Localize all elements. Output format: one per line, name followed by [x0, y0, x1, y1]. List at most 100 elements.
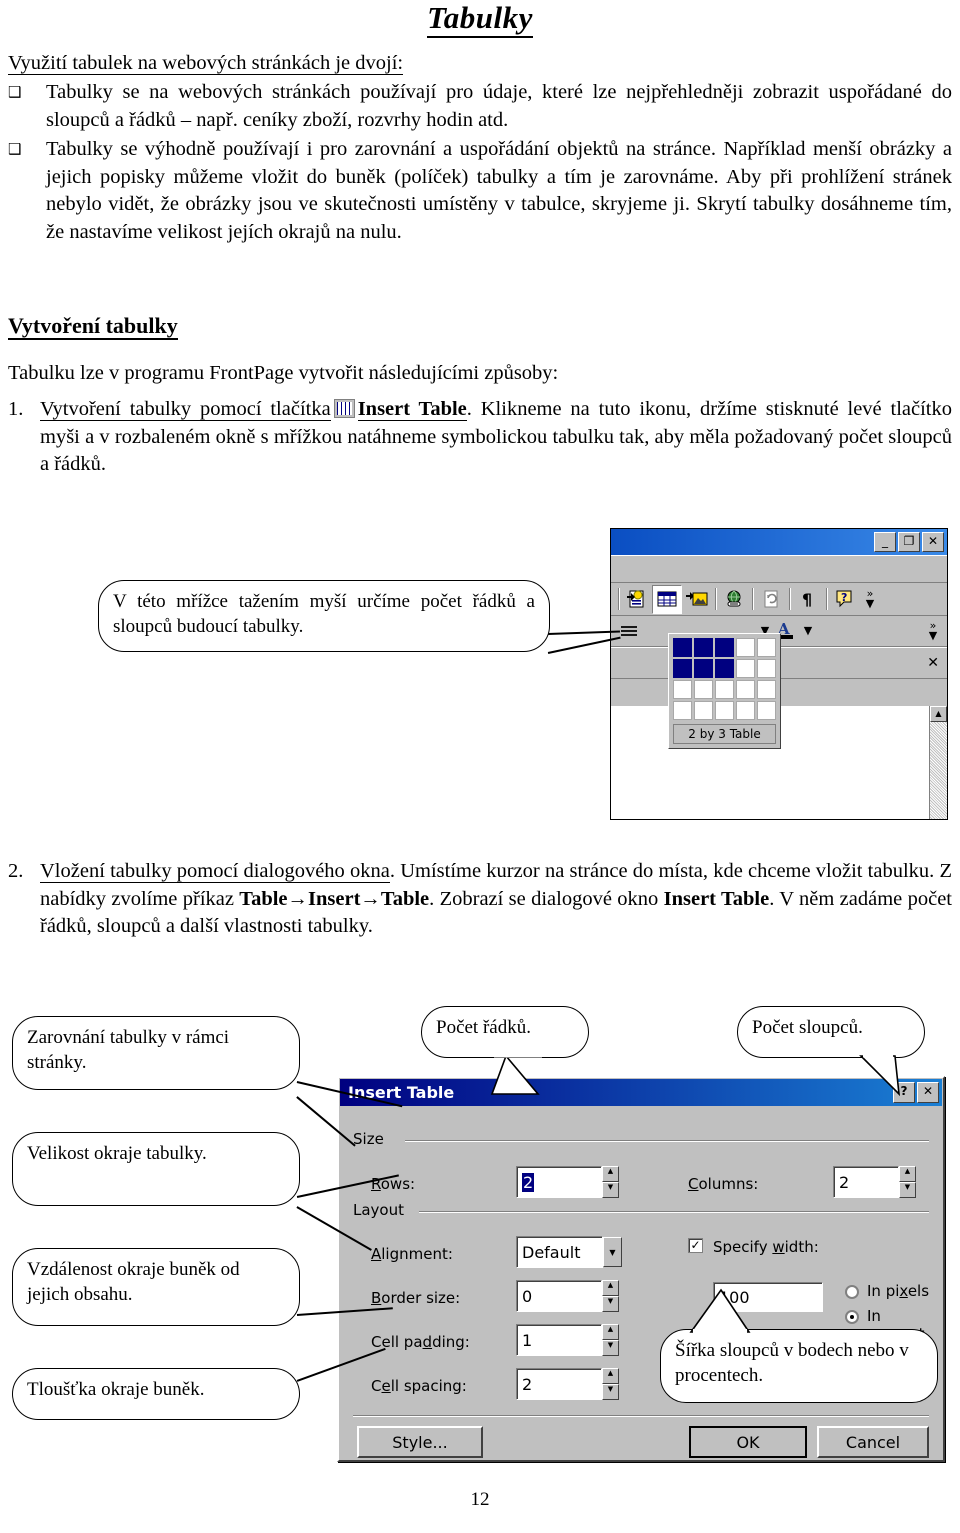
cell-padding-input[interactable]: 1: [516, 1324, 602, 1356]
callout-grid: V této mřížce tažením myší určíme počet …: [98, 580, 550, 652]
columns-value: 2: [839, 1172, 850, 1192]
border-size-stepper-up[interactable]: ▲: [602, 1280, 619, 1296]
grid-cell[interactable]: [673, 638, 692, 657]
columns-stepper-down[interactable]: ▼: [899, 1182, 916, 1198]
columns-label: Columns:: [688, 1175, 759, 1193]
grid-cell[interactable]: [757, 680, 776, 699]
toolbar-separator: [752, 588, 754, 610]
alignment-select[interactable]: Default: [516, 1236, 603, 1268]
columns-input[interactable]: 2: [833, 1166, 899, 1198]
chevron-down-icon[interactable]: ▼: [801, 625, 815, 636]
grid-cell[interactable]: [736, 659, 755, 678]
cell-padding-label-b: ding:: [432, 1333, 470, 1351]
grid-cell[interactable]: [694, 680, 713, 699]
border-size-stepper[interactable]: ▲ ▼: [602, 1280, 619, 1312]
rows-input[interactable]: 2: [516, 1166, 602, 1198]
insert-image-icon[interactable]: [683, 586, 711, 613]
item2-underlined: Vložení tabulky pomocí dialogového okna: [40, 860, 390, 883]
toolbar-overflow-icon[interactable]: » ▼: [923, 620, 943, 641]
insert-component-icon[interactable]: [623, 586, 651, 613]
maximize-icon[interactable]: ❐: [898, 532, 920, 552]
cell-spacing-stepper[interactable]: ▲ ▼: [602, 1368, 619, 1400]
cell-padding-stepper-down[interactable]: ▼: [602, 1340, 619, 1356]
grid-cell[interactable]: [673, 701, 692, 720]
ok-button-label: OK: [736, 1432, 760, 1452]
grid-cell[interactable]: [757, 701, 776, 720]
help-icon[interactable]: ?: [831, 586, 859, 613]
insert-table-dialog: Insert Table ? ✕ Size Rows: 2 ▲ ▼ Column…: [337, 1076, 945, 1462]
insert-table-grid-dropdown[interactable]: 2 by 3 Table: [668, 633, 781, 749]
grid-cell[interactable]: [715, 701, 734, 720]
numbered-item-2: 2. Vložení tabulky pomocí dialogového ok…: [8, 858, 952, 941]
in-pixels-label-a: In pi: [867, 1282, 900, 1300]
style-button[interactable]: Style...: [357, 1426, 483, 1458]
grid-cell[interactable]: [673, 659, 692, 678]
in-percent-label-a: In: [867, 1307, 881, 1325]
cell-spacing-stepper-down[interactable]: ▼: [602, 1384, 619, 1400]
grid-cell[interactable]: [757, 638, 776, 657]
insert-table-icon[interactable]: [652, 584, 682, 614]
list-marker: 1.: [8, 398, 24, 420]
task-pane-close-icon[interactable]: ✕: [927, 655, 939, 671]
cell-padding-value: 1: [522, 1330, 533, 1350]
grid-cell[interactable]: [736, 638, 755, 657]
rows-stepper-up[interactable]: ▲: [602, 1166, 619, 1182]
numbered-item-1-body: Vytvoření tabulky pomocí tlačítka Insert …: [40, 396, 952, 479]
cell-spacing-label-a: C: [371, 1377, 382, 1395]
callout-spacing: Tloušťka okraje buněk.: [12, 1368, 300, 1420]
border-size-stepper-down[interactable]: ▼: [602, 1296, 619, 1312]
item1-underlined: Vytvoření tabulky pomocí tlačítka: [40, 398, 331, 421]
item2-dialog-name: Insert Table: [663, 887, 770, 910]
toolbar-overflow-icon[interactable]: » ▼: [860, 588, 880, 609]
refresh-icon[interactable]: [757, 586, 785, 613]
grid-cell[interactable]: [715, 659, 734, 678]
in-pixels-radio[interactable]: [845, 1285, 859, 1299]
specify-width-label-b: idth:: [784, 1238, 819, 1256]
insert-hyperlink-icon[interactable]: [720, 586, 748, 613]
show-paragraph-marks-icon[interactable]: ¶: [794, 586, 822, 613]
ok-button[interactable]: OK: [689, 1426, 807, 1458]
grid-cell[interactable]: [694, 659, 713, 678]
callout-rows-text: Počet řádků.: [436, 1017, 531, 1038]
cell-spacing-input[interactable]: 2: [516, 1368, 602, 1400]
rows-stepper[interactable]: ▲ ▼: [602, 1166, 619, 1198]
in-percent-radio[interactable]: [845, 1310, 859, 1324]
specify-width-checkbox[interactable]: ✓: [688, 1238, 703, 1253]
grid-cell[interactable]: [757, 659, 776, 678]
rows-stepper-down[interactable]: ▼: [602, 1182, 619, 1198]
chevron-down-icon[interactable]: ▼: [603, 1237, 622, 1267]
close-icon[interactable]: ✕: [922, 532, 944, 552]
callout-spacing-text: Tloušťka okraje buněk.: [27, 1379, 205, 1400]
cell-padding-stepper-up[interactable]: ▲: [602, 1324, 619, 1340]
close-icon[interactable]: ✕: [917, 1082, 939, 1103]
numbered-item-2-body: Vložení tabulky pomocí dialogového okna.…: [40, 858, 952, 941]
grid-cell[interactable]: [715, 680, 734, 699]
callout-border-text: Velikost okraje tabulky.: [27, 1143, 207, 1164]
svg-text:¶: ¶: [802, 590, 812, 609]
columns-stepper-up[interactable]: ▲: [899, 1166, 916, 1182]
border-size-input[interactable]: 0: [516, 1280, 602, 1312]
callout-columns-text: Počet sloupců.: [752, 1017, 863, 1038]
cancel-button[interactable]: Cancel: [817, 1426, 929, 1458]
insert-table-icon[interactable]: [333, 399, 355, 418]
grid-cell[interactable]: [694, 638, 713, 657]
bullet-square-icon: ❑: [8, 83, 22, 101]
grid-cell[interactable]: [673, 680, 692, 699]
in-pixels-label: In pixels: [867, 1282, 930, 1300]
menu-bar[interactable]: [611, 555, 947, 583]
grid-cell[interactable]: [736, 680, 755, 699]
vertical-scrollbar[interactable]: ▲: [929, 706, 947, 819]
scroll-up-icon[interactable]: ▲: [930, 706, 947, 722]
grid-size-label: 2 by 3 Table: [673, 724, 776, 744]
bullet-item: ❑ Tabulky se na webových stránkách použí…: [8, 79, 952, 134]
bullet-list: ❑ Tabulky se na webových stránkách použí…: [8, 79, 952, 248]
minimize-icon[interactable]: _: [874, 532, 896, 552]
columns-stepper[interactable]: ▲ ▼: [899, 1166, 916, 1198]
border-size-label: Border size:: [371, 1289, 461, 1307]
grid-cell[interactable]: [715, 638, 734, 657]
border-size-value: 0: [522, 1286, 533, 1306]
grid-cell[interactable]: [736, 701, 755, 720]
grid-cell[interactable]: [694, 701, 713, 720]
cell-spacing-stepper-up[interactable]: ▲: [602, 1368, 619, 1384]
cell-padding-stepper[interactable]: ▲ ▼: [602, 1324, 619, 1356]
